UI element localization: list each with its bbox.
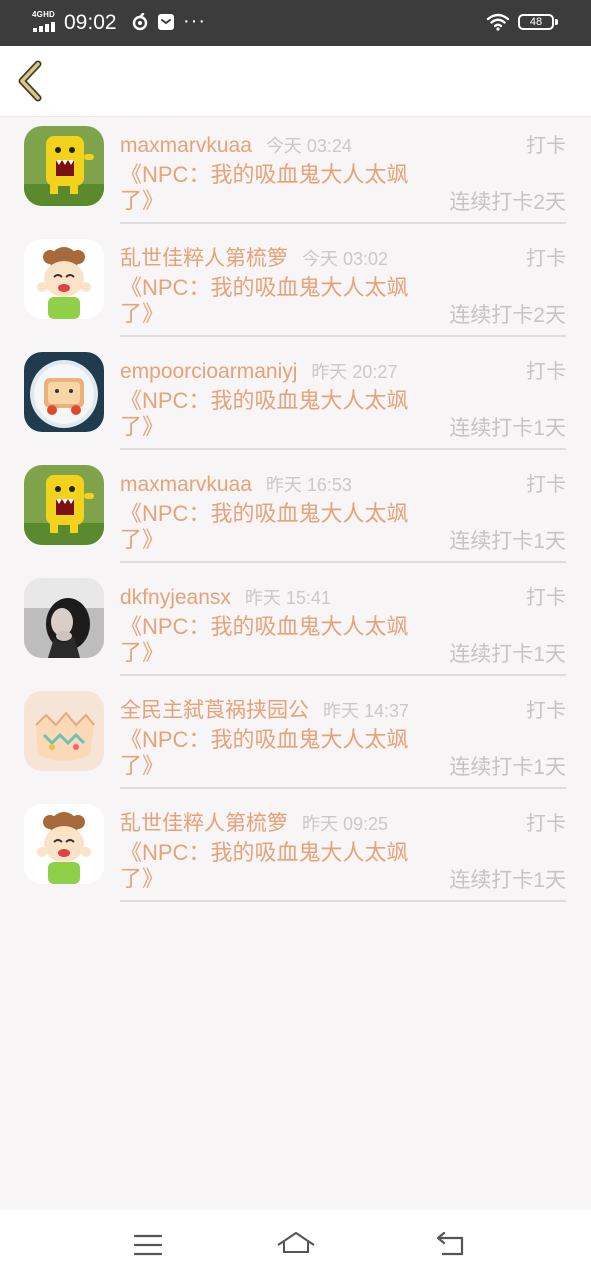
checkin-action: 打卡 [526,248,566,270]
battery-tip [555,19,558,25]
book-title[interactable]: 《NPC：我的吸血鬼大人太飒了》 [120,614,430,666]
list-item[interactable]: maxmarvkuaa 今天 03:24 打卡 《NPC：我的吸血鬼大人太飒了》 … [0,118,591,231]
back-button[interactable] [10,58,56,104]
checkin-action: 打卡 [526,135,566,157]
battery-icon: 48 [518,14,554,30]
chevron-left-icon [18,60,42,102]
list-item[interactable]: 全民主弑莨祸挟园公 昨天 14:37 打卡 《NPC：我的吸血鬼大人太飒了》 连续… [0,683,591,796]
signal-icon: 4GHD [32,10,60,36]
username[interactable]: empoorcioarmaniyj [120,360,297,383]
username[interactable]: dkfnyjeansx [120,586,231,609]
checkin-action: 打卡 [526,361,566,383]
checkin-entry: maxmarvkuaa 今天 03:24 打卡 《NPC：我的吸血鬼大人太飒了》 … [120,118,566,224]
checkin-entry: dkfnyjeansx 昨天 15:41 打卡 《NPC：我的吸血鬼大人太飒了》 … [120,570,566,676]
list-item[interactable]: 乱世佳粹人第梳箩 今天 03:02 打卡 《NPC：我的吸血鬼大人太飒了》 连续打… [0,231,591,344]
header [0,46,591,117]
list-item[interactable]: empoorcioarmaniyj 昨天 20:27 打卡 《NPC：我的吸血鬼大… [0,344,591,457]
message-icon [157,13,175,36]
checkin-streak: 连续打卡1天 [449,869,566,892]
checkin-streak: 连续打卡1天 [449,643,566,666]
checkin-entry: empoorcioarmaniyj 昨天 20:27 打卡 《NPC：我的吸血鬼大… [120,344,566,450]
menu-icon [133,1234,163,1256]
checkin-streak: 连续打卡1天 [449,417,566,440]
book-title[interactable]: 《NPC：我的吸血鬼大人太飒了》 [120,501,430,553]
network-type-label: 4GHD [32,10,56,19]
back-nav-icon [436,1231,464,1256]
woman-photo-avatar[interactable] [24,578,104,658]
checkin-action: 打卡 [526,587,566,609]
checkin-time: 昨天 16:53 [265,475,352,495]
checkin-time: 昨天 20:27 [311,362,398,382]
checkin-streak: 连续打卡1天 [449,530,566,553]
book-title[interactable]: 《NPC：我的吸血鬼大人太飒了》 [120,275,430,327]
toast-avatar[interactable] [24,352,104,432]
yellow-monster-avatar[interactable] [24,126,104,206]
back-nav-button[interactable] [434,1230,468,1265]
checkin-time: 今天 03:02 [302,249,389,269]
yellow-monster-avatar[interactable] [24,465,104,545]
checkin-streak: 连续打卡2天 [449,304,566,327]
checkin-time: 昨天 14:37 [323,701,410,721]
username[interactable]: 乱世佳粹人第梳箩 [120,247,288,270]
cartoon-girl-avatar[interactable] [24,804,104,884]
username[interactable]: maxmarvkuaa [120,134,252,157]
system-nav-bar [0,1210,591,1280]
username[interactable]: maxmarvkuaa [120,473,252,496]
list-item[interactable]: dkfnyjeansx 昨天 15:41 打卡 《NPC：我的吸血鬼大人太飒了》 … [0,570,591,683]
book-title[interactable]: 《NPC：我的吸血鬼大人太飒了》 [120,840,430,892]
checkin-entry: maxmarvkuaa 昨天 16:53 打卡 《NPC：我的吸血鬼大人太飒了》 … [120,457,566,563]
username[interactable]: 全民主弑莨祸挟园公 [120,699,309,722]
checkin-entry: 乱世佳粹人第梳箩 昨天 09:25 打卡 《NPC：我的吸血鬼大人太飒了》 连续打… [120,796,566,902]
list-item[interactable]: maxmarvkuaa 昨天 16:53 打卡 《NPC：我的吸血鬼大人太飒了》 … [0,457,591,570]
book-title[interactable]: 《NPC：我的吸血鬼大人太飒了》 [120,727,430,779]
status-time: 09:02 [64,11,117,34]
checkin-action: 打卡 [526,700,566,722]
checkin-action: 打卡 [526,474,566,496]
checkin-streak: 连续打卡1天 [449,756,566,779]
checkin-streak: 连续打卡2天 [449,191,566,214]
list-item[interactable]: 乱世佳粹人第梳箩 昨天 09:25 打卡 《NPC：我的吸血鬼大人太飒了》 连续打… [0,796,591,909]
wifi-icon [486,13,510,36]
eggshell-avatar[interactable] [24,691,104,771]
checkin-list: maxmarvkuaa 今天 03:24 打卡 《NPC：我的吸血鬼大人太飒了》 … [0,118,591,909]
battery-level: 48 [529,16,543,28]
book-title[interactable]: 《NPC：我的吸血鬼大人太飒了》 [120,162,430,214]
checkin-action: 打卡 [526,813,566,835]
netease-icon [131,12,149,36]
status-bar: 4GHD 09:02 ··· 48 [0,0,591,46]
username[interactable]: 乱世佳粹人第梳箩 [120,812,288,835]
more-notifications: ··· [183,10,206,32]
home-button[interactable] [276,1230,316,1265]
checkin-time: 昨天 15:41 [244,588,331,608]
menu-button[interactable] [132,1230,164,1265]
home-icon [277,1232,315,1253]
checkin-time: 昨天 09:25 [302,814,389,834]
cartoon-girl-avatar[interactable] [24,239,104,319]
checkin-entry: 乱世佳粹人第梳箩 今天 03:02 打卡 《NPC：我的吸血鬼大人太飒了》 连续打… [120,231,566,337]
book-title[interactable]: 《NPC：我的吸血鬼大人太飒了》 [120,388,430,440]
checkin-entry: 全民主弑莨祸挟园公 昨天 14:37 打卡 《NPC：我的吸血鬼大人太飒了》 连续… [120,683,566,789]
checkin-time: 今天 03:24 [265,136,352,156]
